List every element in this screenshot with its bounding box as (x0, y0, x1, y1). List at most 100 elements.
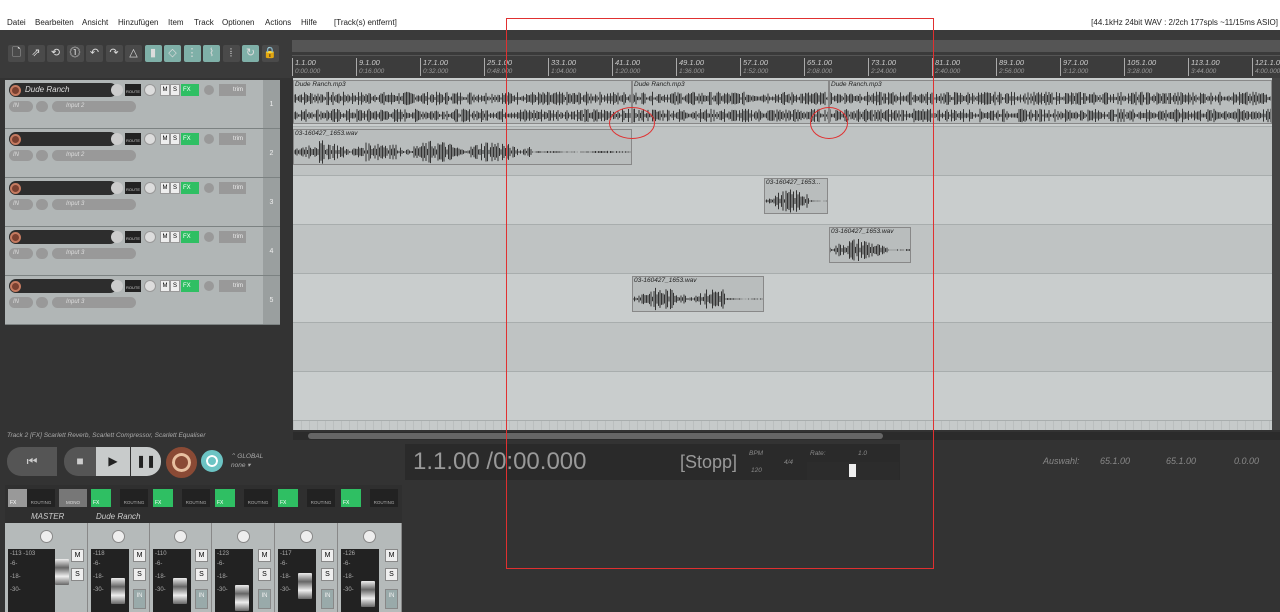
automation-mode-button[interactable]: trim (219, 84, 246, 96)
record-mode-button[interactable] (36, 199, 48, 210)
project-settings-icon[interactable]: ⓵ (66, 45, 84, 62)
record-mode-button[interactable] (36, 297, 48, 308)
volume-fader[interactable] (298, 573, 312, 599)
record-arm-button[interactable] (10, 232, 21, 243)
fx-button[interactable]: FX (181, 84, 199, 96)
strip-input-button[interactable]: IN (385, 589, 398, 609)
strip-pan-knob[interactable] (112, 530, 125, 543)
fx-button[interactable]: FX (181, 133, 199, 145)
pan-knob[interactable] (144, 133, 156, 145)
pan-knob[interactable] (144, 231, 156, 243)
play-button[interactable]: ▶ (96, 447, 130, 476)
record-arm-button[interactable] (10, 134, 21, 145)
strip-mute-button[interactable]: M (195, 549, 208, 562)
mute-button[interactable]: M (160, 280, 170, 292)
strip-pan-knob[interactable] (299, 530, 313, 543)
track-header[interactable]: ROUTE M S FX trim IN Input 3 (5, 178, 263, 227)
strip-input-button[interactable]: IN (258, 589, 271, 609)
automation-mode-button[interactable]: trim (219, 280, 246, 292)
phase-invert-button[interactable] (204, 134, 214, 144)
strip-solo-button[interactable]: S (258, 568, 271, 581)
selection-end[interactable]: 65.1.00 (1166, 456, 1196, 466)
volume-fader[interactable] (111, 578, 125, 604)
record-input-select[interactable]: Input 3 (52, 248, 136, 259)
automation-mode-button[interactable]: trim (219, 231, 246, 243)
route-button[interactable]: ROUTE (125, 84, 141, 96)
snap-icon[interactable]: ▮ (144, 45, 162, 62)
input-monitor-button[interactable]: IN (9, 150, 33, 161)
mute-button[interactable]: M (160, 231, 170, 243)
strip-fx-button[interactable]: FX (341, 489, 361, 507)
track-header[interactable]: ROUTE M S FX trim IN Input 3 (5, 276, 263, 325)
strip-solo-button[interactable]: S (133, 568, 146, 581)
meter-peak[interactable]: -117 (280, 551, 314, 557)
strip-input-button[interactable]: IN (133, 589, 146, 609)
grid-icon[interactable]: ⋮ (183, 45, 201, 62)
strip-mute-button[interactable]: M (71, 549, 84, 562)
volume-fader[interactable] (361, 581, 375, 607)
record-input-select[interactable]: Input 2 (52, 150, 136, 161)
strip-routing-button[interactable]: ROUTING (182, 489, 210, 507)
lock-icon[interactable]: 🔒 (261, 45, 279, 62)
selection-length[interactable]: 0.0.00 (1234, 456, 1259, 466)
strip-routing-button[interactable]: ROUTING (27, 489, 55, 507)
strip-solo-button[interactable]: S (321, 568, 334, 581)
track-header[interactable]: Dude Ranch ROUTE M S FX trim IN Input 2 (5, 80, 263, 129)
route-button[interactable]: ROUTE (125, 280, 141, 292)
record-arm-button[interactable] (10, 85, 21, 96)
stop-button[interactable]: ■ (64, 447, 96, 476)
skip-back-button[interactable]: ⏮ (7, 447, 57, 476)
track-header[interactable]: ROUTE M S FX trim IN Input 2 (5, 129, 263, 178)
master-mono-button[interactable]: MONO (59, 489, 87, 507)
mute-button[interactable]: M (160, 182, 170, 194)
menu-track[interactable]: Track (194, 18, 214, 27)
input-monitor-button[interactable]: IN (9, 297, 33, 308)
menu-hinzufuegen[interactable]: Hinzufügen (118, 18, 158, 27)
lock-envelope-icon[interactable]: ⌇ (203, 45, 220, 62)
automation-mode-select[interactable]: none ▾ (231, 461, 251, 469)
volume-knob[interactable] (111, 182, 123, 194)
input-monitor-button[interactable]: IN (9, 248, 33, 259)
volume-fader[interactable] (235, 585, 249, 611)
automation-mode-button[interactable]: trim (219, 133, 246, 145)
route-button[interactable]: ROUTE (125, 182, 141, 194)
volume-knob[interactable] (111, 133, 123, 145)
strip-fx-button[interactable]: FX (153, 489, 173, 507)
selection-start[interactable]: 65.1.00 (1100, 456, 1130, 466)
vertical-scrollbar[interactable] (1272, 78, 1280, 430)
meter-peak[interactable]: -110 (155, 551, 189, 557)
menu-hilfe[interactable]: Hilfe (301, 18, 317, 27)
strip-fx-button[interactable]: FX (8, 489, 28, 507)
new-project-icon[interactable]: 🗋 (8, 45, 25, 62)
strip-pan-knob[interactable] (236, 530, 250, 543)
track-name-field[interactable] (9, 230, 117, 244)
record-button[interactable] (166, 447, 197, 478)
repeat-button[interactable] (201, 450, 223, 472)
strip-input-button[interactable]: IN (195, 589, 208, 609)
strip-pan-knob[interactable] (174, 530, 187, 543)
pan-knob[interactable] (144, 280, 156, 292)
track-name-field[interactable] (9, 181, 117, 195)
strip-routing-button[interactable]: ROUTING (307, 489, 335, 507)
phase-invert-button[interactable] (204, 183, 214, 193)
volume-fader[interactable] (55, 559, 69, 585)
menu-ansicht[interactable]: Ansicht (82, 18, 108, 27)
metronome-icon[interactable]: △ (125, 45, 142, 62)
strip-input-button[interactable]: IN (321, 589, 334, 609)
grid-lines-icon[interactable]: ⦙ (222, 45, 240, 62)
meter-peak[interactable]: -123 (217, 551, 251, 557)
fx-button[interactable]: FX (181, 182, 199, 194)
input-monitor-button[interactable]: IN (9, 199, 33, 210)
track-name-field[interactable] (9, 132, 117, 146)
route-button[interactable]: ROUTE (125, 231, 141, 243)
strip-fx-button[interactable]: FX (91, 489, 111, 507)
record-arm-button[interactable] (10, 281, 21, 292)
phase-invert-button[interactable] (204, 281, 214, 291)
track-name-field[interactable] (9, 279, 117, 293)
volume-knob[interactable] (111, 231, 123, 243)
menu-datei[interactable]: Datei (7, 18, 26, 27)
solo-button[interactable]: S (170, 133, 180, 145)
volume-knob[interactable] (111, 280, 123, 292)
meter-peak[interactable]: -126 (343, 551, 377, 557)
menu-item[interactable]: Item (168, 18, 184, 27)
